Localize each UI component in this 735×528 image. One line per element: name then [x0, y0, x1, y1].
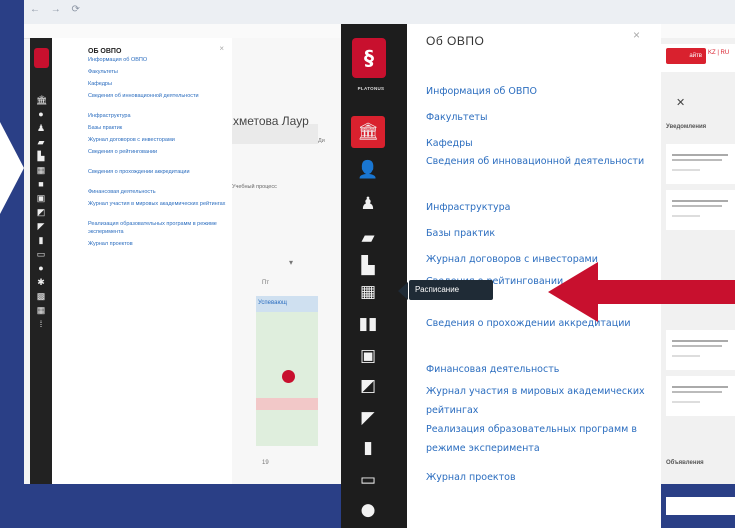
logo-label: PLATONUS	[357, 86, 385, 91]
chevron-down-icon[interactable]: ▾	[289, 258, 293, 267]
small-monitor-icon[interactable]: ▭	[36, 250, 46, 259]
menu-link[interactable]: Журнал договоров с инвесторами	[426, 250, 654, 269]
browser-nav-buttons[interactable]: ← → ⟳	[30, 4, 84, 15]
small-link[interactable]: Финансовая деятельность	[88, 188, 228, 196]
monitor-icon[interactable]: ▭	[356, 470, 380, 490]
edit-icon[interactable]: ◤	[356, 408, 380, 428]
menu-link[interactable]: Факультеты	[426, 108, 654, 127]
small-link[interactable]: Реализация образовательных программ в ре…	[88, 220, 228, 236]
middle-subtitle: Ди	[318, 138, 325, 144]
menu-link[interactable]: Журнал проектов	[426, 468, 654, 487]
right-red-button[interactable]: айтв	[666, 48, 706, 64]
menu-link[interactable]: Реализация образовательных программ в ре…	[426, 420, 654, 458]
small-presentation-icon[interactable]: ▣	[36, 194, 46, 203]
small-star-icon[interactable]: ✱	[36, 278, 46, 287]
menu-link[interactable]: Сведения об инновационной деятельности	[426, 152, 654, 171]
university-icon[interactable]: 🏛	[356, 122, 380, 142]
small-link[interactable]: Журнал участия в мировых академических р…	[88, 200, 228, 208]
menu-link[interactable]: Кафедры	[426, 134, 654, 153]
announcements-heading: Объявления	[666, 460, 704, 466]
menu-link[interactable]: Инфраструктура	[426, 198, 654, 217]
book-icon[interactable]: ▮▮	[356, 314, 380, 334]
small-panel-title: ОБ ОВПО	[88, 48, 122, 55]
middle-day-label: Пт	[262, 280, 270, 286]
middle-section-label: Учебный процесс	[232, 184, 277, 190]
small-link[interactable]: Сведения об инновационной деятельности	[88, 92, 228, 100]
about-panel-title: Об ОВПО	[426, 34, 485, 48]
close-icon[interactable]: ✕	[676, 96, 685, 109]
notification-card[interactable]	[666, 330, 735, 370]
menu-link[interactable]: Сведения о прохождении аккредитации	[426, 314, 654, 333]
small-edit-icon[interactable]: ◤	[36, 222, 46, 231]
middle-row-label: Успевающ	[258, 300, 287, 306]
small-chat-icon[interactable]: ◩	[36, 208, 46, 217]
small-folder-icon[interactable]: ▰	[36, 138, 46, 147]
small-sidebar-rail: 🏛 ● ♟ ▰ ▙ ▦ ■ ▣ ◩ ◤ ▮ ▭ ● ✱ ▩ ▦ ⁞	[30, 38, 52, 484]
language-switch[interactable]: KZ | RU	[708, 50, 729, 56]
small-link[interactable]: Сведения о рейтинговании	[88, 148, 228, 156]
small-calendar-icon[interactable]: ▦	[36, 166, 46, 175]
small-users-icon[interactable]: ♟	[36, 124, 46, 133]
small-link[interactable]: Базы практик	[88, 124, 228, 132]
close-icon[interactable]: ×	[633, 28, 640, 42]
notifications-heading: Уведомления	[666, 124, 707, 130]
menu-link[interactable]: Базы практик	[426, 224, 654, 243]
middle-number: 19	[262, 460, 269, 466]
notification-card[interactable]	[666, 190, 735, 230]
small-link[interactable]: Факультеты	[88, 68, 228, 76]
middle-red-row	[256, 398, 318, 410]
highlight-arrow-shaft	[596, 280, 735, 304]
small-chart-icon[interactable]: ▮	[36, 236, 46, 245]
small-close-icon[interactable]: ×	[219, 44, 224, 53]
notification-badge	[282, 370, 295, 383]
small-user-icon[interactable]: ●	[36, 110, 46, 119]
small-gallery-icon[interactable]: ▩	[36, 292, 46, 301]
notification-card[interactable]	[666, 376, 735, 416]
small-grid-icon[interactable]: ▦	[36, 306, 46, 315]
slide-bottom-white-box	[666, 497, 735, 515]
highlight-arrow-head	[548, 262, 598, 322]
small-book-icon[interactable]: ■	[36, 180, 46, 189]
small-about-panel: ОБ ОВПО × Информация об ОВПО Факультеты …	[52, 38, 233, 484]
small-link[interactable]: Инфраструктура	[88, 112, 228, 120]
user-icon[interactable]: 👤	[356, 160, 380, 180]
slide-pointer-triangle	[0, 122, 24, 214]
printer-icon[interactable]: ●	[356, 500, 380, 520]
small-link[interactable]: Информация об ОВПО	[88, 56, 228, 64]
notification-card[interactable]	[666, 144, 735, 184]
middle-user-name: хметова Лаур	[233, 114, 309, 128]
small-link[interactable]: Журнал договоров с инвесторами	[88, 136, 228, 144]
small-logo-icon[interactable]	[34, 48, 49, 68]
right-page	[661, 38, 735, 484]
schedule-tooltip: Расписание	[409, 280, 493, 300]
small-university-icon[interactable]: 🏛	[36, 96, 47, 105]
tooltip-pointer	[398, 282, 408, 300]
menu-link[interactable]: Журнал участия в мировых академических р…	[426, 382, 654, 420]
small-profile-icon[interactable]: ▙	[36, 152, 46, 161]
menu-link[interactable]: Информация об ОВПО	[426, 82, 654, 101]
small-link[interactable]: Кафедры	[88, 80, 228, 88]
bar-chart-icon[interactable]: ▮	[356, 438, 380, 458]
menu-link[interactable]: Финансовая деятельность	[426, 360, 654, 379]
calendar-grid-icon[interactable]: ▦	[356, 282, 380, 302]
users-icon[interactable]: ♟	[356, 194, 380, 214]
chat-icon[interactable]: ◩	[356, 376, 380, 396]
presentation-icon[interactable]: ▣	[356, 346, 380, 366]
folder-icon[interactable]: ▰	[356, 228, 380, 248]
small-link[interactable]: Журнал проектов	[88, 240, 228, 248]
small-apps-icon[interactable]: ⁞	[36, 320, 46, 329]
browser-toolbar: ← → ⟳	[24, 0, 735, 25]
small-link[interactable]: Сведения о прохождении аккредитации	[88, 168, 228, 176]
platonus-logo-icon[interactable]: §	[352, 38, 386, 78]
small-printer-icon[interactable]: ●	[36, 264, 46, 273]
profile-icon[interactable]: ▙	[356, 256, 380, 276]
